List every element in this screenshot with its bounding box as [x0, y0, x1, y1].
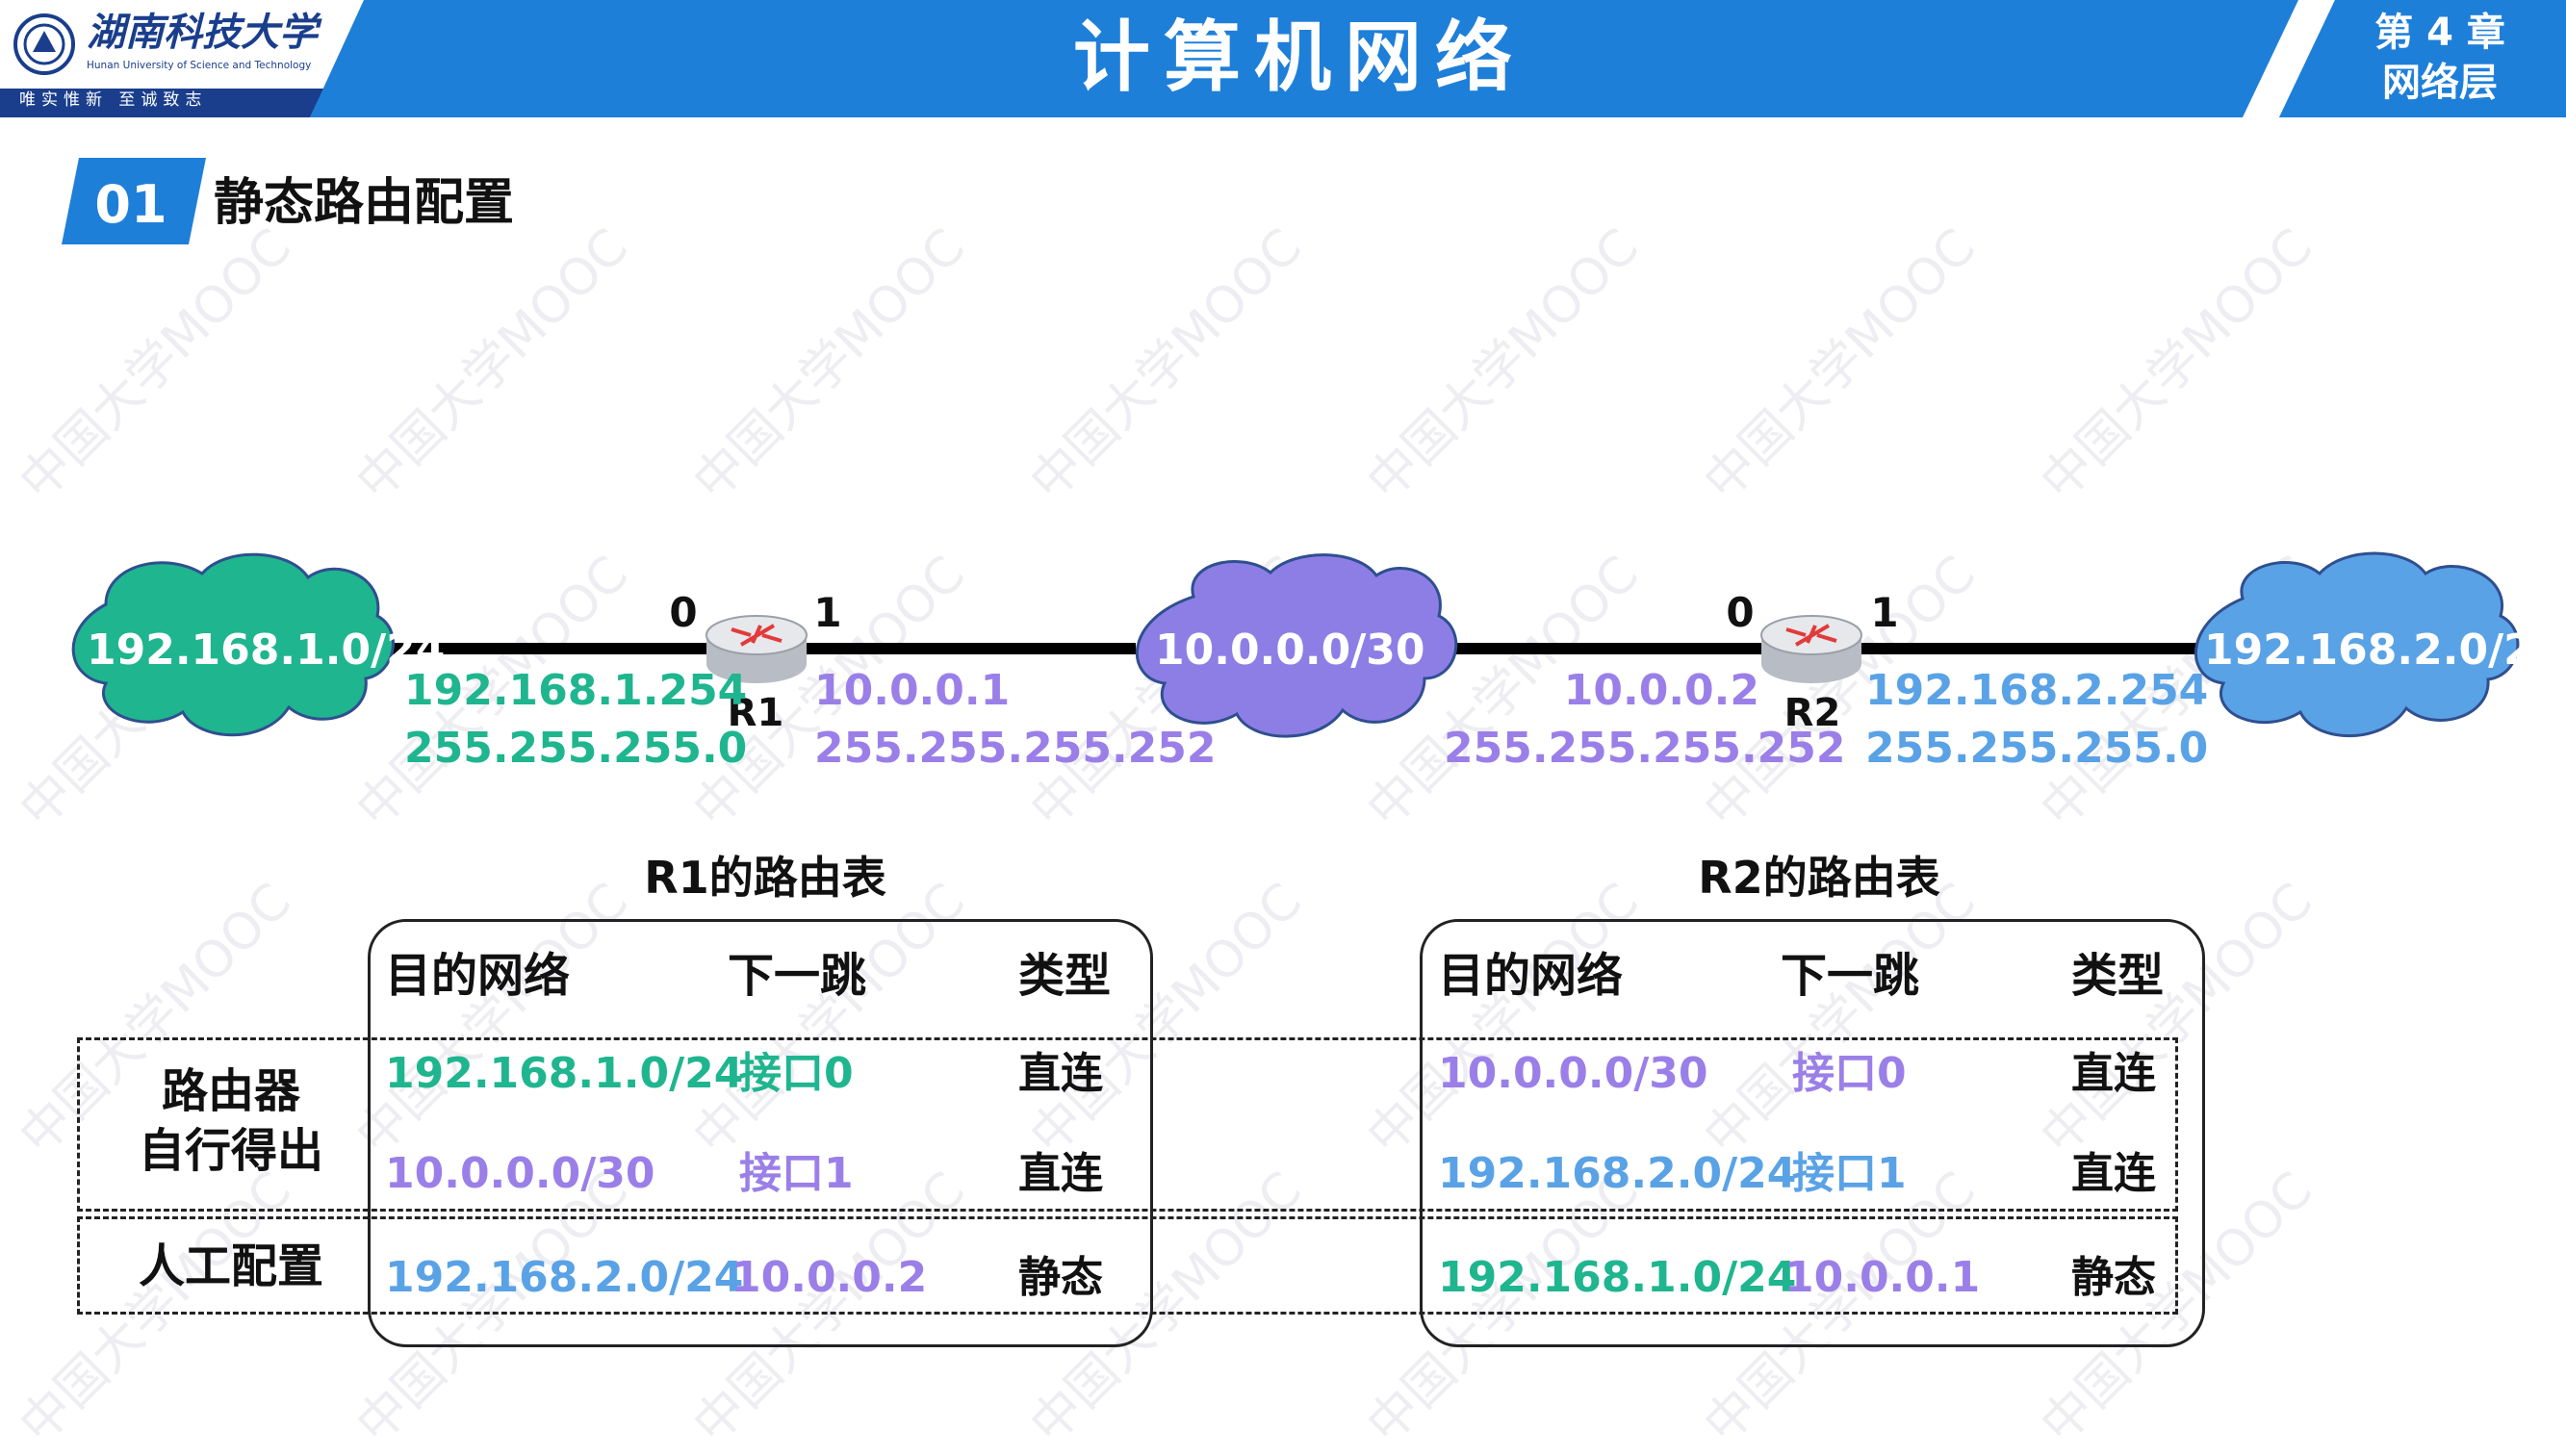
r1-row1-type: 直连: [1018, 1049, 1103, 1098]
r2-port0-label: 0: [1726, 589, 1755, 636]
auto-routes-label-line2: 自行得出: [138, 1124, 323, 1178]
r1-table-title: R1的路由表: [644, 852, 886, 904]
r2-if1-mask: 255.255.255.0: [1865, 724, 2209, 773]
auto-routes-label: 路由器: [96, 1062, 366, 1120]
r2-row1-type: 直连: [2071, 1049, 2156, 1098]
auto-routes-label-line1: 路由器: [161, 1064, 300, 1118]
r2-col-type: 类型: [2071, 949, 2165, 1003]
r2-row2-destination: 192.168.2.0/24: [1438, 1149, 1797, 1198]
r1-row2-destination: 10.0.0.0/30: [385, 1149, 655, 1198]
r1-row1-next-hop: 接口0: [739, 1049, 854, 1098]
r2-row1-next-hop: 接口0: [1792, 1049, 1907, 1098]
r2-row1-destination: 10.0.0.0/30: [1438, 1049, 1708, 1098]
r1-col-destination: 目的网络: [385, 949, 571, 1003]
r2-table-title: R2的路由表: [1698, 852, 1940, 904]
r2-if0-mask: 255.255.255.252: [1444, 724, 1846, 773]
cloud-middle-label: 10.0.0.0/30: [1155, 626, 1425, 675]
r2-row2-type: 直连: [2071, 1149, 2156, 1198]
r1-if1-ip: 10.0.0.1: [814, 666, 1011, 715]
r1-port1-label: 1: [813, 589, 842, 636]
r2-row3-next-hop: 10.0.0.1: [1784, 1253, 1981, 1302]
r2-if1-ip: 192.168.2.254: [1865, 666, 2209, 715]
r2-col-destination: 目的网络: [1438, 949, 1624, 1003]
r1-row3-destination: 192.168.2.0/24: [385, 1253, 744, 1302]
r2-row3-destination: 192.168.1.0/24: [1438, 1253, 1797, 1302]
r1-row3-next-hop: 10.0.0.2: [731, 1253, 928, 1302]
r1-if1-mask: 255.255.255.252: [814, 724, 1217, 773]
r1-row2-next-hop: 接口1: [739, 1149, 854, 1198]
cloud-left-label: 192.168.1.0/24: [87, 626, 446, 675]
r2-if0-ip: 10.0.0.2: [1563, 666, 1759, 715]
r1-row3-type: 静态: [1018, 1253, 1103, 1302]
r1-row2-type: 直连: [1018, 1149, 1103, 1198]
r1-if0-ip: 192.168.1.254: [404, 666, 748, 715]
manual-routes-label: 人工配置: [138, 1239, 323, 1293]
r2-row3-type: 静态: [2071, 1253, 2156, 1302]
r1-col-next-hop: 下一跳: [728, 949, 867, 1003]
r1-col-type: 类型: [1018, 949, 1112, 1003]
r1-row1-destination: 192.168.1.0/24: [385, 1049, 744, 1098]
r2-row2-next-hop: 接口1: [1792, 1149, 1907, 1198]
router-r2-icon: [1760, 615, 1862, 683]
r1-if0-mask: 255.255.255.0: [404, 724, 748, 773]
r2-port1-label: 1: [1870, 589, 1899, 636]
cloud-right-label: 192.168.2.0/24: [2204, 626, 2563, 675]
r2-col-next-hop: 下一跳: [1781, 949, 1920, 1003]
r1-port0-label: 0: [669, 589, 698, 636]
